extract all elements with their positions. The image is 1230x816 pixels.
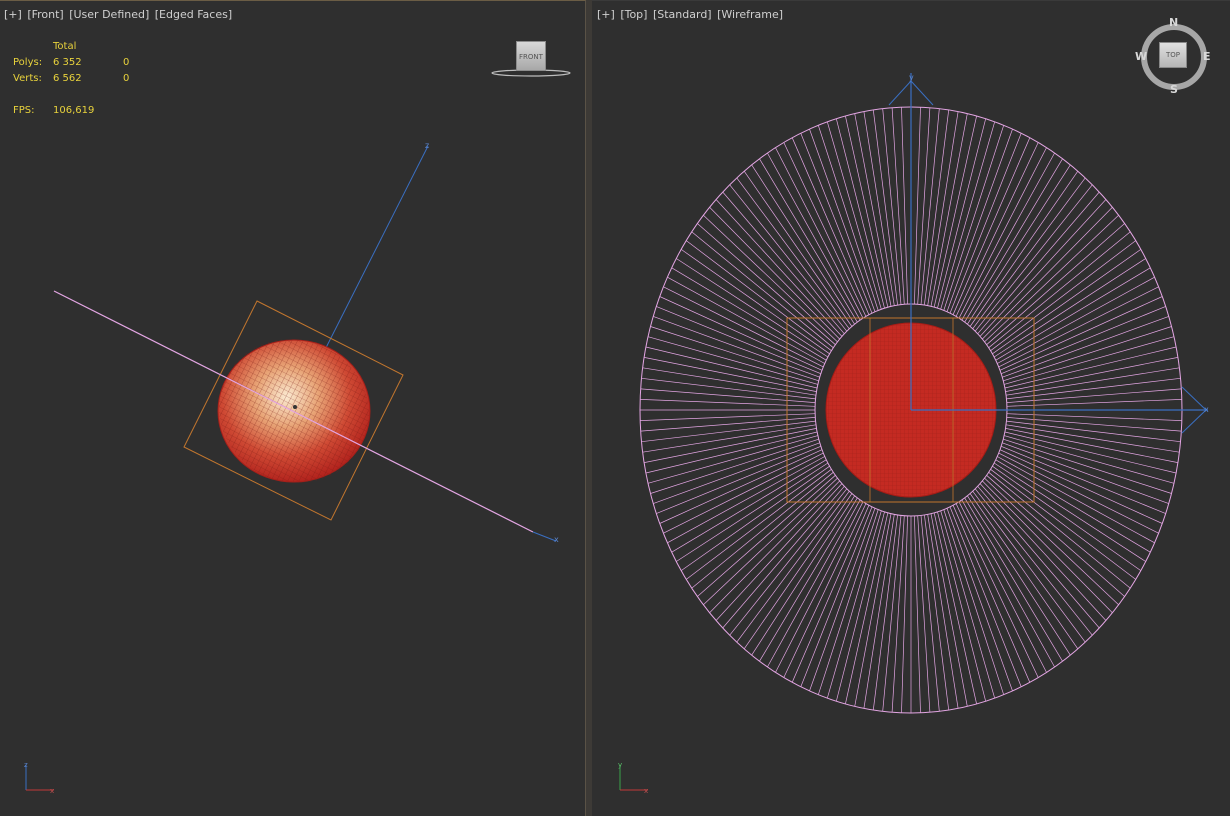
verts-total: 6 562 (53, 73, 82, 84)
polys-selected: 0 (123, 57, 130, 68)
compass-south[interactable]: S (1170, 83, 1178, 96)
gizmo-x-label: x (554, 535, 559, 544)
svg-text:y: y (618, 761, 622, 769)
viewport-label-bar: [+] [Front] [User Defined] [Edged Faces] (4, 8, 234, 21)
front-viewport[interactable]: z x z x [+] [Front] [User Defined] [Edge… (0, 0, 586, 816)
svg-text:y: y (909, 73, 914, 82)
top-viewport[interactable]: y x y x [+] [Top] [Standard] [Wireframe]… (592, 0, 1230, 816)
polys-label: Polys: (13, 57, 43, 68)
viewport-point-of-view-menu[interactable]: [Front] (27, 8, 63, 21)
svg-text:z: z (24, 761, 28, 769)
verts-label: Verts: (13, 73, 42, 84)
svg-text:x: x (644, 787, 648, 795)
axis-tripod: y x (618, 761, 648, 795)
compass-west[interactable]: W (1135, 50, 1147, 63)
viewport-shading-menu[interactable]: [Wireframe] (717, 8, 783, 21)
viewport-point-of-view-menu[interactable]: [Top] (620, 8, 647, 21)
fps-label: FPS: (13, 105, 35, 116)
polys-total: 6 352 (53, 57, 82, 68)
viewport-lighting-menu[interactable]: [Standard] (653, 8, 712, 21)
viewport-lighting-menu[interactable]: [User Defined] (69, 8, 149, 21)
svg-text:x: x (1204, 405, 1209, 414)
fps-value: 106,619 (53, 105, 95, 116)
compass-east[interactable]: E (1203, 50, 1211, 63)
stats-header: Total (53, 41, 77, 52)
sphere-mesh[interactable] (169, 288, 420, 535)
plane-edge-line (53, 290, 534, 533)
verts-selected: 0 (123, 73, 130, 84)
viewcube-front-face[interactable]: FRONT (516, 41, 546, 71)
viewport-shading-menu[interactable]: [Edged Faces] (155, 8, 232, 21)
top-viewport-canvas[interactable]: y x y x (592, 1, 1230, 816)
front-viewport-canvas[interactable]: z x z x (0, 1, 586, 816)
viewcube-top-face[interactable]: TOP (1159, 42, 1187, 68)
viewport-label-bar: [+] [Top] [Standard] [Wireframe] (597, 8, 785, 21)
svg-text:x: x (50, 787, 54, 795)
gizmo-z-label: z (425, 141, 429, 150)
compass-north[interactable]: N (1169, 16, 1178, 29)
axis-tripod: z x (24, 761, 54, 795)
viewport-plus-menu[interactable]: [+] (4, 8, 22, 21)
viewport-plus-menu[interactable]: [+] (597, 8, 615, 21)
x-axis-line (532, 531, 557, 542)
